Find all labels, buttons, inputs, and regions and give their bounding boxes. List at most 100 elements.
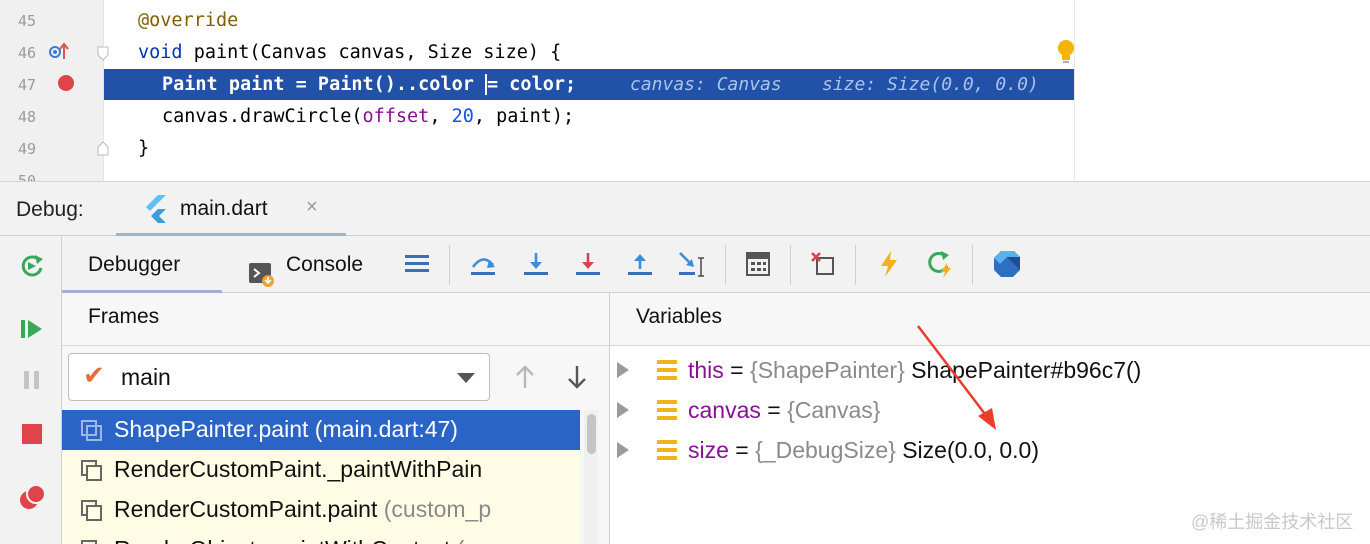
watermark: @稀土掘金技术社区 (1191, 512, 1354, 532)
field-icon (656, 399, 678, 421)
thread-selected-value: main (121, 364, 171, 390)
frame-row[interactable]: RenderObject._paintWithContext ( (62, 530, 580, 544)
line-number: 50 (17, 172, 36, 181)
code-text[interactable]: Paint paint = Paint()..color = color; (162, 69, 576, 101)
close-icon[interactable]: × (306, 196, 318, 219)
toolbar-separator (725, 245, 726, 285)
tab-main-dart[interactable]: main.dart × (116, 182, 346, 236)
code-text[interactable]: canvas.drawCircle(offset, 20, paint); (162, 101, 574, 133)
run-to-cursor-icon[interactable] (675, 247, 709, 281)
tab-console[interactable]: Console (248, 236, 388, 293)
step-into-icon[interactable] (519, 247, 553, 281)
annotation-arrow-icon (917, 325, 996, 430)
frames-header: Frames (62, 293, 610, 346)
mute-breakpoints-icon[interactable] (14, 532, 50, 544)
flutter-icon (142, 193, 170, 228)
expand-arrow-icon[interactable] (617, 442, 629, 458)
variable-type: {ShapePainter} (750, 357, 905, 383)
code-line-49[interactable]: 49 } (0, 133, 1370, 165)
field-icon (656, 439, 678, 461)
variable-equals: = (728, 437, 756, 463)
thread-check-icon: ✔ (83, 360, 105, 390)
panel-title: Frames (88, 305, 160, 328)
frame-location: (main.dart:47) (314, 416, 458, 442)
tab-label: main.dart (180, 197, 268, 220)
frame-name: RenderObject._paintWithContext (114, 536, 450, 544)
tab-debugger[interactable]: Debugger (62, 236, 222, 293)
console-icon (248, 253, 276, 287)
scrollbar-thumb[interactable] (587, 414, 596, 454)
hot-reload-icon[interactable] (872, 247, 906, 281)
variable-name: canvas (688, 397, 761, 423)
variables-panel: Variables this = {ShapePainter} ShapePai… (610, 293, 1370, 544)
debug-tool-window-header: Debug: main.dart × (0, 181, 1370, 236)
panel-title: Variables (636, 305, 722, 328)
debug-side-toolbar (0, 236, 62, 544)
step-out-icon[interactable] (623, 247, 657, 281)
stop-icon[interactable] (14, 416, 50, 452)
hot-restart-icon[interactable] (923, 247, 957, 281)
frame-row[interactable]: ShapePainter.paint (main.dart:47) (62, 410, 580, 450)
debug-label: Debug: (16, 198, 84, 221)
force-step-into-icon[interactable] (571, 247, 605, 281)
expand-arrow-icon[interactable] (617, 402, 629, 418)
frame-location: (custom_p (383, 496, 492, 522)
inline-debug-value: canvas: Canvas (630, 74, 782, 95)
code-editor[interactable]: 45 @override 46 void paint(Canvas canvas… (0, 0, 1370, 181)
remove-breakpoint-icon[interactable] (806, 247, 840, 281)
toolbar-separator (790, 245, 791, 285)
dart-devtools-icon[interactable] (990, 247, 1024, 281)
code-line-47[interactable]: 47 Paint paint = Paint()..color = color;… (0, 69, 1370, 101)
variable-name: size (688, 437, 729, 463)
line-number: 49 (17, 140, 36, 158)
frame-name: ShapePainter.paint (114, 416, 309, 442)
code-line-46[interactable]: 46 void paint(Canvas canvas, Size size) … (0, 37, 1370, 69)
frame-row[interactable]: RenderCustomPaint.paint (custom_p (62, 490, 580, 530)
step-over-icon[interactable] (466, 247, 500, 281)
code-line-48[interactable]: 48 canvas.drawCircle(offset, 20, paint); (0, 101, 1370, 133)
resume-icon[interactable] (14, 311, 50, 347)
expand-arrow-icon[interactable] (617, 362, 629, 378)
layout-icon[interactable] (400, 247, 434, 281)
frame-location: ( (457, 536, 465, 544)
frames-panel: Frames ✔ main ShapePainter.paint (main.d… (62, 293, 610, 544)
view-breakpoints-icon[interactable] (14, 480, 50, 516)
debugger-toolbar: Debugger Console (62, 236, 1370, 293)
code-text[interactable]: } (138, 133, 149, 165)
stack-frame-icon (80, 539, 104, 544)
code-line-50[interactable]: 50 (0, 165, 1370, 181)
line-number: 47 (17, 76, 36, 94)
frame-row[interactable]: RenderCustomPaint._paintWithPain (62, 450, 580, 490)
stack-frame-icon (80, 459, 104, 483)
frame-name: RenderCustomPaint._paintWithPain (114, 456, 483, 482)
code-line-45[interactable]: 45 @override (0, 5, 1370, 37)
variable-value: Size(0.0, 0.0) (895, 437, 1039, 463)
frame-name: RenderCustomPaint.paint (114, 496, 378, 522)
variable-equals: = (723, 357, 751, 383)
code-text[interactable]: void paint(Canvas canvas, Size size) { (138, 37, 561, 69)
evaluate-expression-icon[interactable] (741, 247, 775, 281)
code-text[interactable]: @override (138, 5, 238, 37)
tab-label: Console (286, 253, 364, 276)
rerun-icon[interactable] (14, 248, 50, 284)
stack-frame-icon (80, 499, 104, 523)
tab-label: Debugger (88, 253, 181, 276)
toolbar-separator (855, 245, 856, 285)
chevron-down-icon (457, 373, 475, 383)
line-number: 48 (17, 108, 36, 126)
line-number: 46 (17, 44, 36, 62)
previous-frame-arrow-icon[interactable] (512, 363, 538, 396)
thread-selector[interactable]: ✔ main (68, 353, 490, 401)
variable-name: this (688, 357, 724, 383)
frame-list[interactable]: ShapePainter.paint (main.dart:47) Render… (62, 410, 580, 544)
variable-type: {_DebugSize} (755, 437, 896, 463)
field-icon (656, 359, 678, 381)
next-frame-arrow-icon[interactable] (564, 363, 590, 396)
variable-equals: = (760, 397, 788, 423)
variable-type: {Canvas} (787, 397, 881, 423)
toolbar-separator (449, 245, 450, 285)
inline-debug-value: size: Size(0.0, 0.0) (822, 74, 1039, 95)
stack-frame-icon (80, 419, 104, 443)
pause-icon[interactable] (14, 362, 50, 398)
frames-scrollbar[interactable] (584, 410, 598, 544)
